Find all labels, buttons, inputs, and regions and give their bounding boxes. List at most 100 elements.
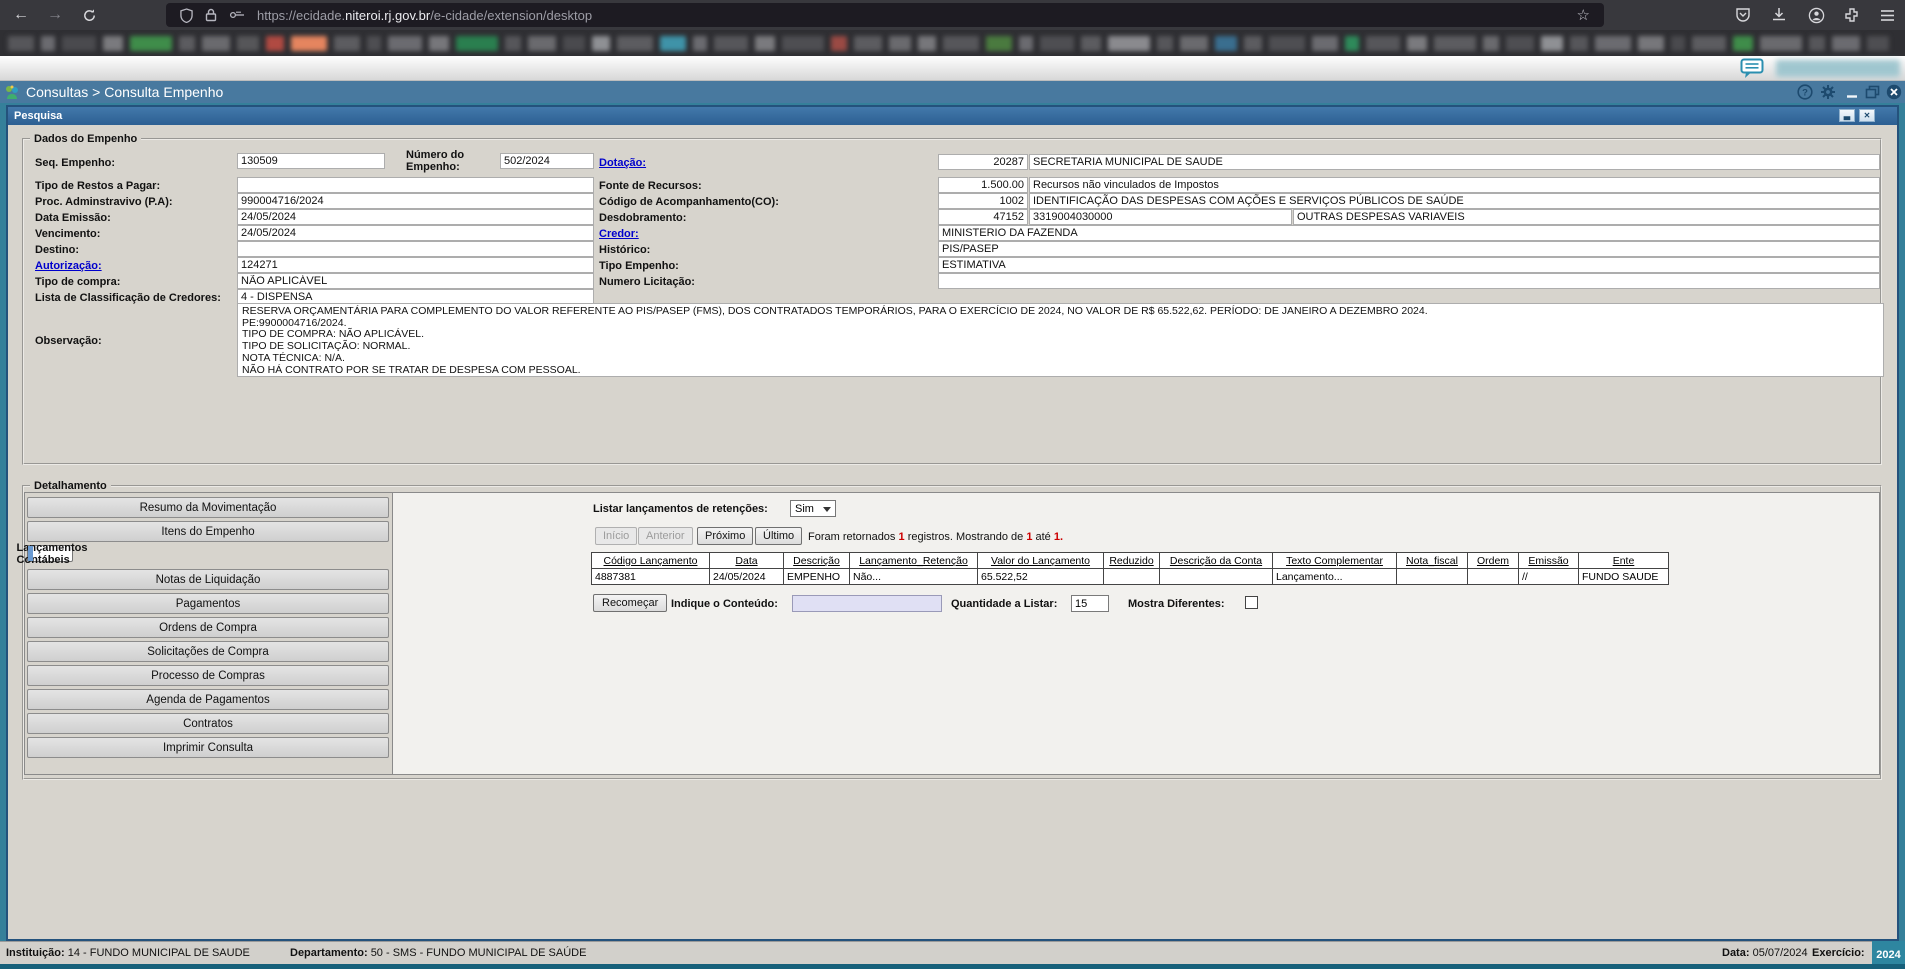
seq-empenho-input[interactable] xyxy=(237,153,385,169)
mostra-diferentes-checkbox[interactable] xyxy=(1245,596,1258,609)
autorizacao-link[interactable]: Autorização: xyxy=(35,260,102,272)
bookmark-chip[interactable] xyxy=(202,36,230,51)
window-minimize-icon[interactable]: ▃ xyxy=(1839,109,1855,122)
col-codigo-lancamento[interactable]: Código Lançamento xyxy=(592,553,710,569)
bookmark-chip[interactable] xyxy=(237,36,259,51)
col-descricao[interactable]: Descrição xyxy=(784,553,850,569)
ultimo-button[interactable]: Último xyxy=(755,527,802,545)
sidebar-item-pagamentos[interactable]: Pagamentos xyxy=(27,593,389,614)
bookmark-chip[interactable] xyxy=(429,36,449,51)
vencimento-input[interactable] xyxy=(237,225,594,241)
bookmark-chip[interactable] xyxy=(1760,36,1802,51)
bookmark-chip[interactable] xyxy=(918,36,936,51)
lock-icon[interactable] xyxy=(205,8,217,22)
sidebar-item-contratos[interactable]: Contratos xyxy=(27,713,389,734)
sidebar-item-imprimir-consulta[interactable]: Imprimir Consulta xyxy=(27,737,389,758)
col-ordem[interactable]: Ordem xyxy=(1468,553,1519,569)
bookmark-chip[interactable] xyxy=(831,36,847,51)
bookmark-chip[interactable] xyxy=(1809,36,1825,51)
bookmark-chip[interactable] xyxy=(617,36,653,51)
bookmark-chip[interactable] xyxy=(1407,36,1427,51)
col-descricao-conta[interactable]: Descrição da Conta xyxy=(1160,553,1273,569)
destino-input[interactable] xyxy=(237,241,594,257)
bookmark-chip[interactable] xyxy=(714,36,748,51)
col-lancamento-retencao[interactable]: Lançamento_Retenção xyxy=(850,553,978,569)
quantidade-listar-input[interactable] xyxy=(1071,595,1109,612)
bookmark-chip[interactable] xyxy=(179,36,195,51)
bookmark-chip[interactable] xyxy=(1180,36,1208,51)
window-titlebar[interactable]: Pesquisa ▃ ✕ xyxy=(8,107,1897,125)
retencoes-select[interactable]: Sim xyxy=(790,500,836,517)
recomecar-button[interactable]: Recomeçar xyxy=(593,594,667,612)
col-nota-fiscal[interactable]: Nota_fiscal xyxy=(1397,553,1468,569)
forward-icon[interactable]: → xyxy=(42,2,68,28)
bookmark-chip[interactable] xyxy=(1081,36,1101,51)
sidebar-item-processo-compras[interactable]: Processo de Compras xyxy=(27,665,389,686)
bookmark-chip[interactable] xyxy=(1671,36,1685,51)
col-valor-lancamento[interactable]: Valor do Lançamento xyxy=(978,553,1104,569)
bookmark-chip[interactable] xyxy=(889,36,911,51)
bookmark-chip[interactable] xyxy=(1483,36,1499,51)
bookmark-chip[interactable] xyxy=(1345,36,1359,51)
bookmark-chip[interactable] xyxy=(1541,36,1563,51)
bookmark-chip[interactable] xyxy=(1570,36,1588,51)
bookmark-chip[interactable] xyxy=(1692,36,1726,51)
downloads-icon[interactable] xyxy=(1766,3,1792,27)
bookmark-chip[interactable] xyxy=(291,36,327,51)
bookmark-chip[interactable] xyxy=(1215,36,1237,51)
reload-icon[interactable] xyxy=(76,2,102,28)
bookmark-chip[interactable] xyxy=(1269,36,1305,51)
bookmark-chip[interactable] xyxy=(367,36,381,51)
col-ente[interactable]: Ente xyxy=(1579,553,1669,569)
bookmark-chip[interactable] xyxy=(986,36,1012,51)
inicio-button[interactable]: Início xyxy=(595,527,637,545)
bookmark-chip[interactable] xyxy=(1312,36,1338,51)
settings-gear-icon[interactable] xyxy=(1818,83,1838,101)
indique-conteudo-input[interactable] xyxy=(792,595,942,612)
sidebar-item-solicitacoes-compra[interactable]: Solicitações de Compra xyxy=(27,641,389,662)
help-icon[interactable]: ? xyxy=(1795,83,1815,101)
menu-icon[interactable] xyxy=(1874,3,1900,27)
sidebar-item-itens[interactable]: Itens do Empenho xyxy=(27,521,389,542)
bookmark-chip[interactable] xyxy=(334,36,360,51)
bookmark-chip[interactable] xyxy=(1867,36,1889,51)
bookmark-chip[interactable] xyxy=(563,36,585,51)
sidebar-item-agenda-pagamentos[interactable]: Agenda de Pagamentos xyxy=(27,689,389,710)
col-data[interactable]: Data xyxy=(710,553,784,569)
data-emissao-input[interactable] xyxy=(237,209,594,225)
url-bar[interactable]: https://ecidade.niteroi.rj.gov.br/e-cida… xyxy=(166,3,1604,27)
autorizacao-input[interactable] xyxy=(237,257,594,273)
bookmark-chip[interactable] xyxy=(130,36,172,51)
anterior-button[interactable]: Anterior xyxy=(638,527,693,545)
window-close-icon[interactable]: ✕ xyxy=(1859,109,1875,122)
permissions-icon[interactable] xyxy=(229,9,245,21)
account-icon[interactable] xyxy=(1803,3,1829,27)
back-icon[interactable]: ← xyxy=(8,2,34,28)
sidebar-item-lancamentos-contabeis[interactable]: Lançamentos Contábeis xyxy=(27,545,73,562)
shield-icon[interactable] xyxy=(180,8,193,23)
bookmark-chip[interactable] xyxy=(854,36,882,51)
bookmark-chip[interactable] xyxy=(1366,36,1400,51)
pocket-icon[interactable] xyxy=(1730,3,1756,27)
restore-window-icon[interactable] xyxy=(1862,83,1882,101)
bookmark-chip[interactable] xyxy=(1108,36,1150,51)
minimize-icon[interactable] xyxy=(1842,83,1862,101)
bookmark-chip[interactable] xyxy=(1040,36,1074,51)
bookmark-chip[interactable] xyxy=(41,36,55,51)
sidebar-item-notas-liquidacao[interactable]: Notas de Liquidação xyxy=(27,569,389,590)
numero-empenho-input[interactable] xyxy=(500,153,594,169)
bookmark-chip[interactable] xyxy=(660,36,686,51)
proc-input[interactable] xyxy=(237,193,594,209)
credor-link[interactable]: Credor: xyxy=(599,228,639,240)
tipo-compra-input[interactable] xyxy=(237,273,594,289)
bookmark-chip[interactable] xyxy=(1434,36,1476,51)
bookmark-chip[interactable] xyxy=(943,36,979,51)
close-icon[interactable] xyxy=(1884,83,1904,101)
bookmark-chip[interactable] xyxy=(1244,36,1262,51)
dotacao-link[interactable]: Dotação: xyxy=(599,157,646,169)
extensions-icon[interactable] xyxy=(1839,3,1865,27)
bookmark-chip[interactable] xyxy=(1506,36,1534,51)
bookmark-chip[interactable] xyxy=(782,36,824,51)
col-reduzido[interactable]: Reduzido xyxy=(1104,553,1160,569)
restos-input[interactable] xyxy=(237,177,594,193)
